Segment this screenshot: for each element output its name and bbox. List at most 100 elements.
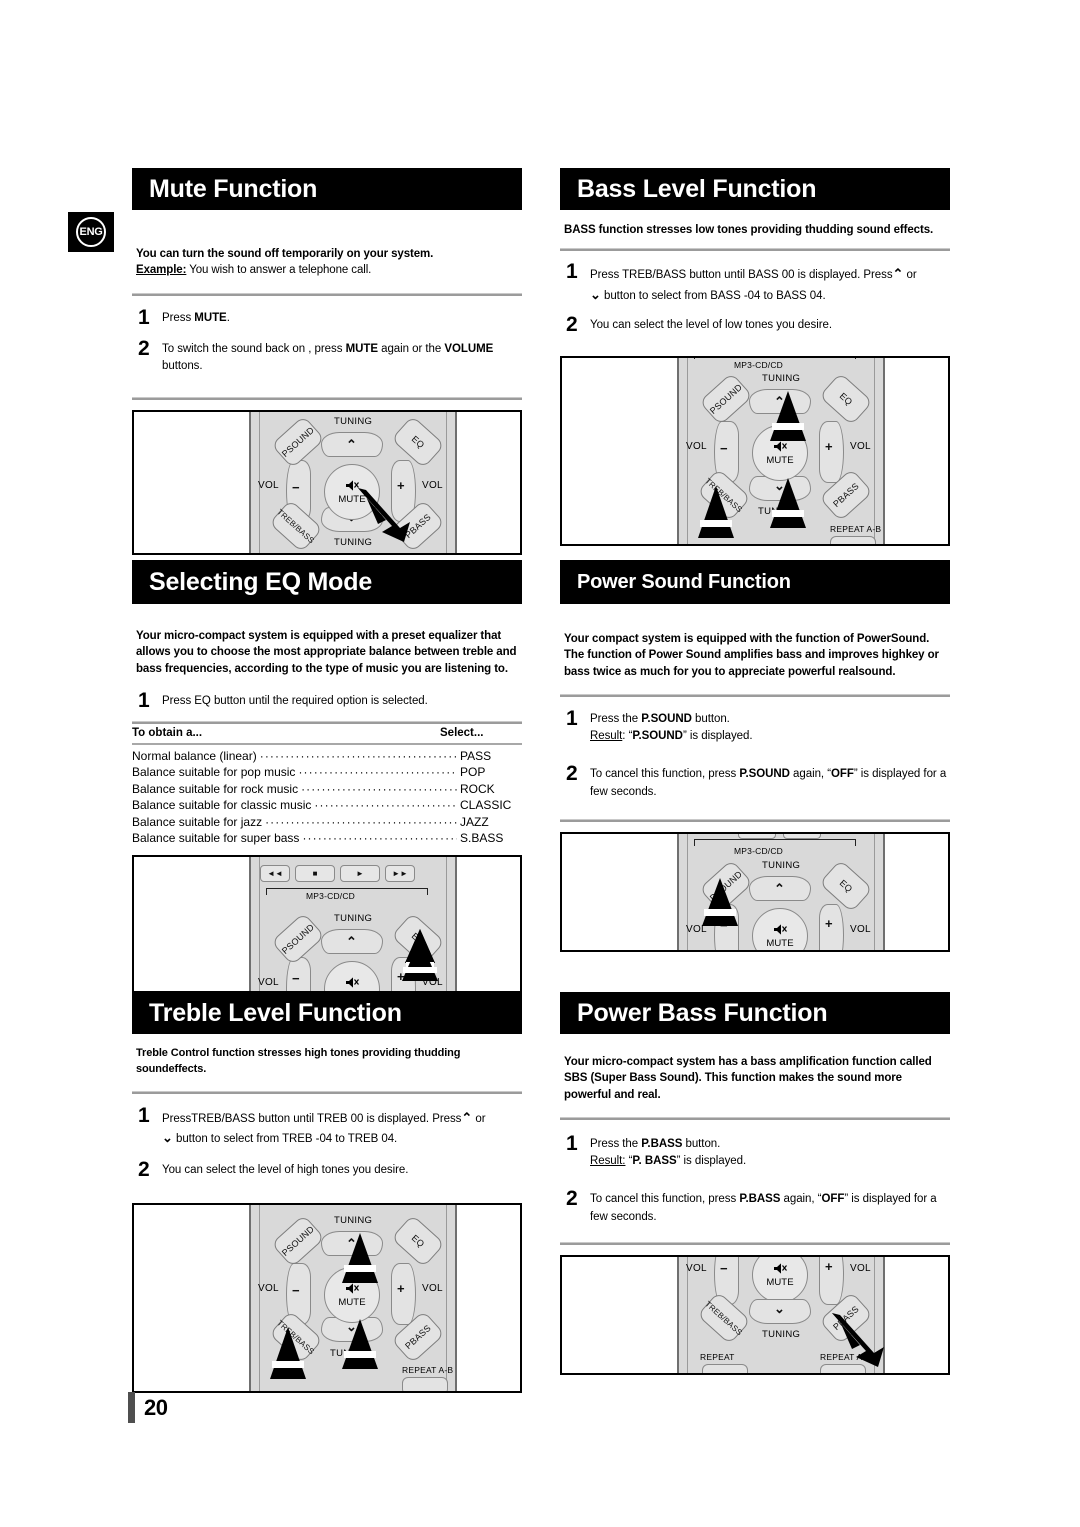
repeat-ab-button[interactable] [830, 535, 876, 544]
eq-label: EQ [409, 434, 427, 451]
remote-diagram-power-sound: MP3-CD/CD ⌃ − + MUTE PSOUND EQ TUNING VO… [560, 831, 950, 952]
chevron-up-icon: ⌃ [774, 880, 785, 896]
callout-triangle-tuning-down [770, 477, 806, 532]
step-text-pre: To cancel this function, press [590, 1193, 740, 1206]
table-header-cell: Select... [440, 727, 484, 740]
step-number: 2 [138, 336, 150, 360]
plus-icon: + [825, 438, 833, 454]
tuning-top-label: TUNING [762, 372, 801, 384]
mute-example-text: You wish to answer a telephone call. [186, 264, 372, 277]
pointer-hand-icon [356, 486, 410, 543]
step-text-bold2: VOLUME [444, 342, 494, 355]
callout-triangle-tuning-down [342, 1318, 378, 1373]
table-row: Balance suitable for super bass ········… [132, 830, 522, 846]
plus-icon: + [825, 1258, 833, 1274]
table-row: Balance suitable for pop music ·········… [132, 764, 522, 780]
table-cell-label: Normal balance (linear) [132, 749, 257, 764]
mp3-bracket [694, 357, 856, 359]
chevron-down-icon: ⌄ [774, 1300, 785, 1316]
vol-right-label: VOL [422, 480, 443, 492]
step-text-c: button to select from TREB -04 to TREB 0… [172, 1133, 398, 1146]
step-number: 1 [138, 1104, 150, 1128]
vol-left-label: VOL [686, 1262, 707, 1274]
eq-intro: Your micro-compact system is equipped wi… [136, 630, 517, 675]
tuning-bottom-label: TUNING [762, 1328, 801, 1340]
step-text-b: or [903, 269, 917, 282]
step-text-pre: To switch the sound back on , press [162, 342, 346, 355]
section-bass-level-function: Bass Level Function BASS function stress… [560, 168, 950, 546]
section-mute-function: Mute Function You can turn the sound off… [132, 168, 522, 556]
step-text: Press the P.BASS button. Result: “P. BASS… [590, 1133, 746, 1171]
divider [132, 292, 522, 296]
step-text: PressTREB/BASS button until TREB 00 is d… [162, 1105, 486, 1149]
step-text-bold: P.BASS [739, 1193, 781, 1206]
pbass-label: PBASS [403, 1322, 433, 1351]
step-number: 1 [566, 1131, 578, 1155]
stop-button[interactable]: ■ [295, 864, 335, 882]
table-cell-value: JAZZ [460, 814, 489, 829]
treble-title: Treble Level Function [149, 998, 402, 1027]
chevron-up-icon: ⌃ [461, 1110, 473, 1126]
step-text-bold: P.SOUND [641, 712, 692, 725]
play-button[interactable] [783, 833, 821, 839]
step-text-bold: MUTE [345, 342, 378, 355]
step-item: 1 PressTREB/BASS button until TREB 00 is… [132, 1105, 522, 1149]
step-text-post: buttons. [162, 359, 203, 372]
divider [560, 693, 950, 697]
bass-level-title: Bass Level Function [577, 174, 817, 203]
step-number: 2 [566, 1187, 578, 1211]
language-badge: ENG [68, 212, 114, 252]
callout-triangle-treb-bass [270, 1326, 306, 1381]
divider [132, 743, 522, 746]
leader-dots: ········································… [259, 749, 457, 764]
step-text-post: . [226, 311, 230, 324]
step-item: 1 Press the P.BASS button. Result: “P. BA… [560, 1131, 950, 1171]
vol-left-label: VOL [258, 480, 279, 492]
table-cell-label: Balance suitable for pop music [132, 765, 296, 780]
eq-mode-title: Selecting EQ Mode [149, 567, 373, 596]
step-item: 2 To switch the sound back on , press MU… [132, 336, 522, 376]
callout-triangle-treb-bass [698, 485, 734, 540]
table-header-row: To obtain a... Select... [132, 724, 522, 743]
step-text-pre: Press the [590, 712, 642, 725]
repeat-button[interactable] [702, 1363, 748, 1373]
tuning-top-label: TUNING [334, 912, 373, 924]
play-icon: ► [356, 868, 364, 878]
tuning-top-label: TUNING [334, 416, 373, 428]
page-number-bar [128, 1392, 135, 1423]
mute-label: MUTE [766, 454, 794, 466]
divider [132, 1091, 522, 1095]
step-text-a: Press TREB/BASS button until BASS 00 is … [590, 269, 893, 282]
step-text-mid: again, “ [780, 1193, 822, 1206]
page-number: 20 [128, 1392, 168, 1423]
bass-level-banner: Bass Level Function [560, 168, 950, 210]
mute-example-line: Example: You wish to answer a telephone … [136, 262, 518, 278]
vol-right-label: VOL [850, 440, 871, 452]
stop-button[interactable] [738, 833, 776, 839]
table-header-cell: To obtain a... [132, 727, 203, 740]
step-text-bold: P.BASS [641, 1137, 683, 1150]
plus-icon: + [825, 915, 833, 931]
bass-level-intro: BASS function stresses low tones providi… [564, 224, 934, 236]
mute-steps: 1 Press MUTE. 2 To switch the sound back… [132, 306, 522, 376]
fast-forward-button[interactable]: ►► [385, 864, 415, 882]
leader-dots: ········································… [314, 798, 457, 813]
step-number: 2 [138, 1157, 150, 1181]
step-item: 1 Press the P.SOUND button. Result: “P.SO… [560, 707, 950, 746]
play-button[interactable]: ► [340, 864, 380, 882]
remote-diagram-bass: MP3-CD/CD ⌃ ⌄ − + MUTE PSOUND EQ TREB/BA… [560, 355, 950, 546]
repeat-ab-label: REPEAT A-B [830, 523, 882, 534]
repeat-ab-button[interactable] [402, 1376, 448, 1391]
result-label: Result [590, 730, 623, 743]
section-treble-level-function: Treble Level Function Treble Control fun… [132, 992, 522, 1393]
divider [132, 397, 522, 401]
page-number-value: 20 [144, 1394, 168, 1420]
step-item: 1 Press TREB/BASS button until BASS 00 i… [560, 261, 950, 305]
table-cell-label: Balance suitable for rock music [132, 781, 299, 796]
rewind-button[interactable]: ◄◄ [260, 864, 290, 882]
vol-left-label: VOL [258, 1282, 279, 1294]
power-sound-intro: Your compact system is equipped with the… [564, 633, 939, 678]
table-cell-value: POP [460, 765, 486, 780]
power-sound-title: Power Sound Function [577, 570, 791, 593]
table-cell-value: PASS [460, 749, 492, 764]
